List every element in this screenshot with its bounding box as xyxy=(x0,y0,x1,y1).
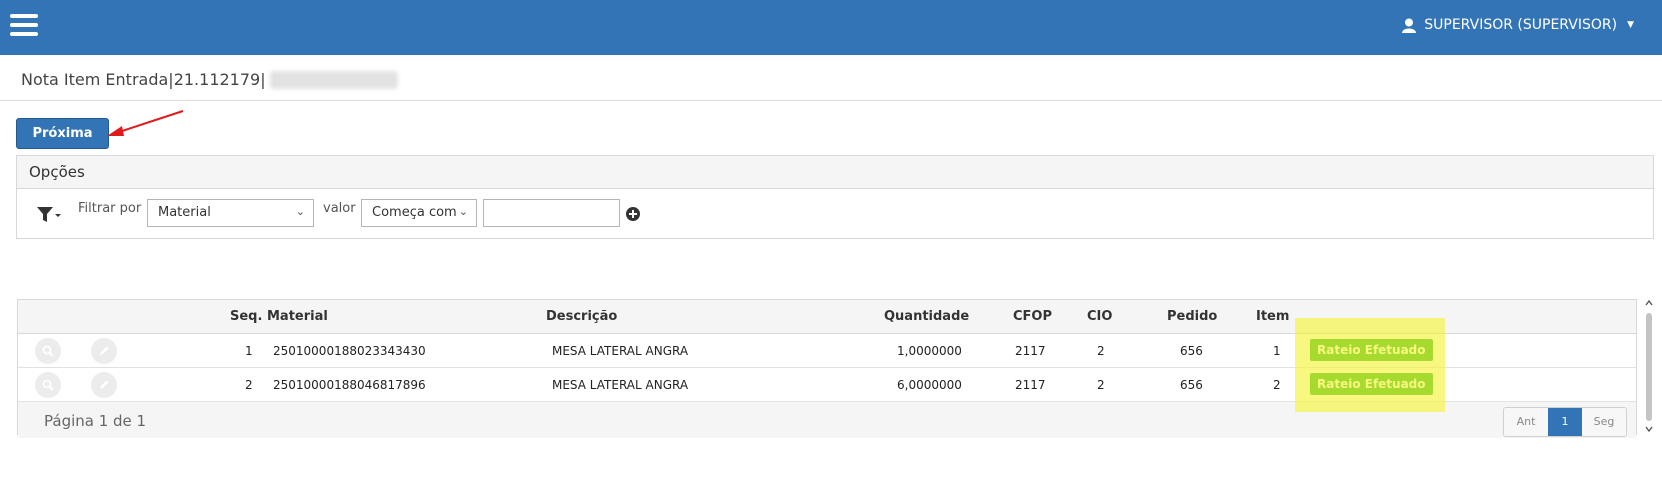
add-circle-icon[interactable] xyxy=(626,207,640,221)
chevron-down-icon: ▼ xyxy=(1627,20,1634,30)
options-title: Opções xyxy=(17,156,1653,189)
col-cfop[interactable]: CFOP xyxy=(1013,309,1052,324)
scroll-up-icon[interactable] xyxy=(1645,299,1653,307)
cell-material: 25010000188023343430 xyxy=(273,344,426,358)
cell-descricao: MESA LATERAL ANGRA xyxy=(552,378,689,392)
cell-cfop: 2117 xyxy=(1015,344,1046,358)
table-header: Seq. Material Descrição Quantidade CFOP … xyxy=(18,300,1636,334)
filter-icon[interactable] xyxy=(37,207,61,223)
col-pedido[interactable]: Pedido xyxy=(1167,309,1217,324)
cell-cio: 2 xyxy=(1097,378,1105,392)
cell-cio: 2 xyxy=(1097,344,1105,358)
col-descricao[interactable]: Descrição xyxy=(546,309,617,324)
col-item[interactable]: Item xyxy=(1256,309,1289,324)
filter-value-input[interactable] xyxy=(483,199,620,227)
table-footer: Página 1 de 1 Ant 1 Seg xyxy=(18,402,1636,438)
col-cio[interactable]: CIO xyxy=(1087,309,1112,324)
filter-field-select[interactable]: Material ⌄ xyxy=(147,199,314,227)
table-row: 2 25010000188046817896 MESA LATERAL ANGR… xyxy=(18,368,1636,402)
cell-pedido: 656 xyxy=(1180,378,1203,392)
search-icon[interactable] xyxy=(35,338,61,364)
value-label: valor xyxy=(323,201,356,216)
scrollbar[interactable] xyxy=(1643,299,1655,435)
page-title-text: Nota Item Entrada|21.112179| xyxy=(21,70,266,89)
cell-pedido: 656 xyxy=(1180,344,1203,358)
chevron-down-icon: ⌄ xyxy=(458,205,468,218)
cell-material: 25010000188046817896 xyxy=(273,378,426,392)
items-table: Seq. Material Descrição Quantidade CFOP … xyxy=(17,299,1637,438)
redacted-text xyxy=(269,70,398,89)
next-button[interactable]: Próxima xyxy=(16,118,109,149)
operator-select[interactable]: Começa com ⌄ xyxy=(361,199,477,227)
cell-item: 1 xyxy=(1273,344,1281,358)
page-info: Página 1 de 1 xyxy=(44,412,147,430)
arrow-annotation xyxy=(107,110,184,136)
filter-field-value: Material xyxy=(158,205,211,220)
user-name: SUPERVISOR (SUPERVISOR) xyxy=(1424,17,1618,33)
user-icon xyxy=(1402,18,1417,33)
cell-seq: 2 xyxy=(245,378,253,392)
prev-page-button[interactable]: Ant xyxy=(1504,408,1548,436)
scroll-thumb[interactable] xyxy=(1646,313,1652,421)
cell-cfop: 2117 xyxy=(1015,378,1046,392)
search-icon[interactable] xyxy=(35,372,61,398)
top-navbar: SUPERVISOR (SUPERVISOR) ▼ xyxy=(0,0,1662,55)
cell-descricao: MESA LATERAL ANGRA xyxy=(552,344,689,358)
divider xyxy=(0,100,1662,101)
next-page-button[interactable]: Seg xyxy=(1582,408,1626,436)
status-badge[interactable]: Rateio Efetuado xyxy=(1310,373,1433,395)
menu-icon[interactable] xyxy=(10,14,38,36)
cell-seq: 1 xyxy=(245,344,253,358)
col-seq[interactable]: Seq. xyxy=(230,309,262,324)
cell-quantidade: 6,0000000 xyxy=(897,378,962,392)
operator-value: Começa com xyxy=(372,205,457,220)
filter-by-label: Filtrar por xyxy=(78,201,142,216)
page-1-button[interactable]: 1 xyxy=(1548,408,1582,436)
edit-icon[interactable] xyxy=(91,338,117,364)
page-title: Nota Item Entrada|21.112179| xyxy=(21,70,398,89)
status-badge[interactable]: Rateio Efetuado xyxy=(1310,339,1433,361)
scroll-down-icon[interactable] xyxy=(1645,425,1653,433)
pagination: Ant 1 Seg xyxy=(1503,407,1627,437)
edit-icon[interactable] xyxy=(91,372,117,398)
col-material[interactable]: Material xyxy=(267,309,328,324)
col-quantidade[interactable]: Quantidade xyxy=(884,309,969,324)
chevron-down-icon: ⌄ xyxy=(295,205,305,218)
user-menu[interactable]: SUPERVISOR (SUPERVISOR) ▼ xyxy=(1402,17,1634,33)
table-row: 1 25010000188023343430 MESA LATERAL ANGR… xyxy=(18,334,1636,368)
cell-quantidade: 1,0000000 xyxy=(897,344,962,358)
cell-item: 2 xyxy=(1273,378,1281,392)
